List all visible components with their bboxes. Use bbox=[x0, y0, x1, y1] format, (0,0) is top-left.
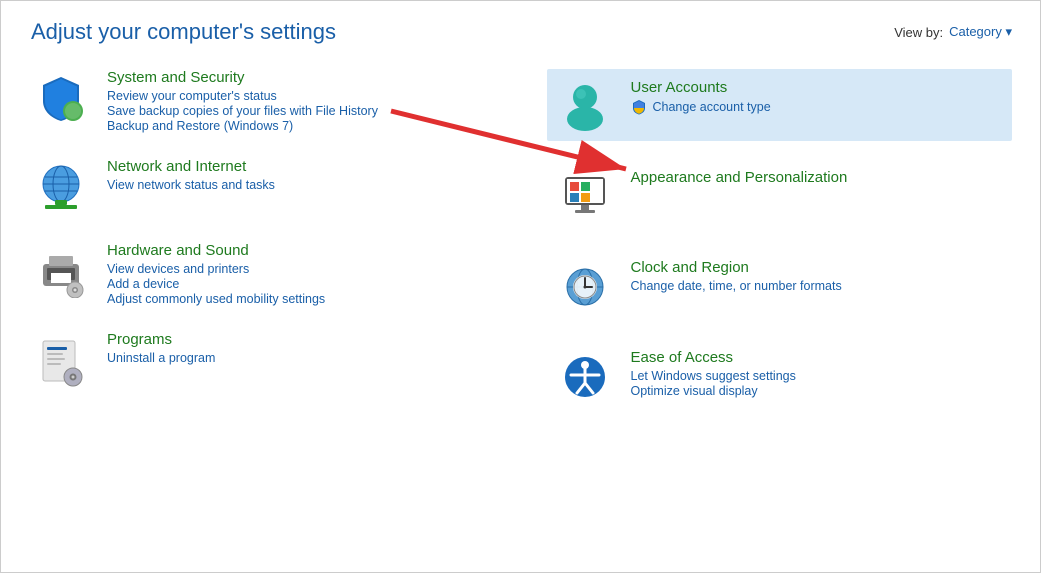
category-hardware: Hardware and Sound View devices and prin… bbox=[31, 242, 497, 307]
category-programs: Programs Uninstall a program bbox=[31, 331, 497, 391]
chevron-down-icon: ▾ bbox=[1005, 24, 1012, 39]
clock-text: Clock and Region Change date, time, or n… bbox=[631, 255, 1005, 294]
uninstall-link[interactable]: Uninstall a program bbox=[107, 351, 497, 365]
programs-title[interactable]: Programs bbox=[107, 331, 497, 348]
user-accounts-text: User Accounts Change account type bbox=[631, 75, 1005, 116]
ease-access-title[interactable]: Ease of Access bbox=[631, 349, 1005, 366]
ease-access-icon bbox=[555, 345, 615, 405]
category-user-accounts: User Accounts Change account type bbox=[547, 69, 1013, 141]
view-by-label: View by: bbox=[894, 25, 943, 40]
file-history-link[interactable]: Save backup copies of your files with Fi… bbox=[107, 104, 497, 118]
category-clock: Clock and Region Change date, time, or n… bbox=[547, 249, 1013, 321]
system-security-icon bbox=[31, 69, 91, 129]
header: Adjust your computer's settings View by:… bbox=[1, 1, 1041, 59]
devices-printers-link[interactable]: View devices and printers bbox=[107, 262, 497, 276]
category-network: Network and Internet View network status… bbox=[31, 158, 497, 218]
category-ease-access: Ease of Access Let Windows suggest setti… bbox=[547, 339, 1013, 411]
view-by-control: View by: Category ▾ bbox=[894, 24, 1012, 40]
user-accounts-icon bbox=[555, 75, 615, 135]
uac-shield-icon bbox=[631, 99, 647, 115]
clock-icon bbox=[555, 255, 615, 315]
review-status-link[interactable]: Review your computer's status bbox=[107, 89, 497, 103]
visual-display-link[interactable]: Optimize visual display bbox=[631, 384, 1005, 398]
network-title[interactable]: Network and Internet bbox=[107, 158, 497, 175]
network-status-link[interactable]: View network status and tasks bbox=[107, 178, 497, 192]
user-accounts-title[interactable]: User Accounts bbox=[631, 79, 1005, 96]
right-panel: User Accounts Change account type bbox=[537, 69, 1013, 429]
view-by-dropdown[interactable]: Category ▾ bbox=[949, 24, 1012, 40]
hardware-icon bbox=[31, 242, 91, 302]
backup-restore-link[interactable]: Backup and Restore (Windows 7) bbox=[107, 119, 497, 133]
appearance-icon bbox=[555, 165, 615, 225]
add-device-link[interactable]: Add a device bbox=[107, 277, 497, 291]
network-text: Network and Internet View network status… bbox=[107, 158, 497, 193]
suggest-settings-link[interactable]: Let Windows suggest settings bbox=[631, 369, 1005, 383]
category-system-security: System and Security Review your computer… bbox=[31, 69, 497, 134]
category-appearance: Appearance and Personalization bbox=[547, 159, 1013, 231]
change-account-type-text: Change account type bbox=[653, 100, 771, 114]
change-account-type-link[interactable]: Change account type bbox=[631, 99, 1005, 115]
left-panel: System and Security Review your computer… bbox=[31, 69, 537, 429]
programs-icon bbox=[31, 331, 91, 391]
clock-title[interactable]: Clock and Region bbox=[631, 259, 1005, 276]
system-security-title[interactable]: System and Security bbox=[107, 69, 497, 86]
ease-access-text: Ease of Access Let Windows suggest setti… bbox=[631, 345, 1005, 399]
hardware-title[interactable]: Hardware and Sound bbox=[107, 242, 497, 259]
programs-text: Programs Uninstall a program bbox=[107, 331, 497, 366]
mobility-settings-link[interactable]: Adjust commonly used mobility settings bbox=[107, 292, 497, 306]
appearance-text: Appearance and Personalization bbox=[631, 165, 1005, 189]
network-icon bbox=[31, 158, 91, 218]
page-title: Adjust your computer's settings bbox=[31, 19, 336, 45]
system-security-text: System and Security Review your computer… bbox=[107, 69, 497, 134]
date-time-link[interactable]: Change date, time, or number formats bbox=[631, 279, 1005, 293]
hardware-text: Hardware and Sound View devices and prin… bbox=[107, 242, 497, 307]
main-content: System and Security Review your computer… bbox=[1, 59, 1041, 439]
appearance-title[interactable]: Appearance and Personalization bbox=[631, 169, 1005, 186]
